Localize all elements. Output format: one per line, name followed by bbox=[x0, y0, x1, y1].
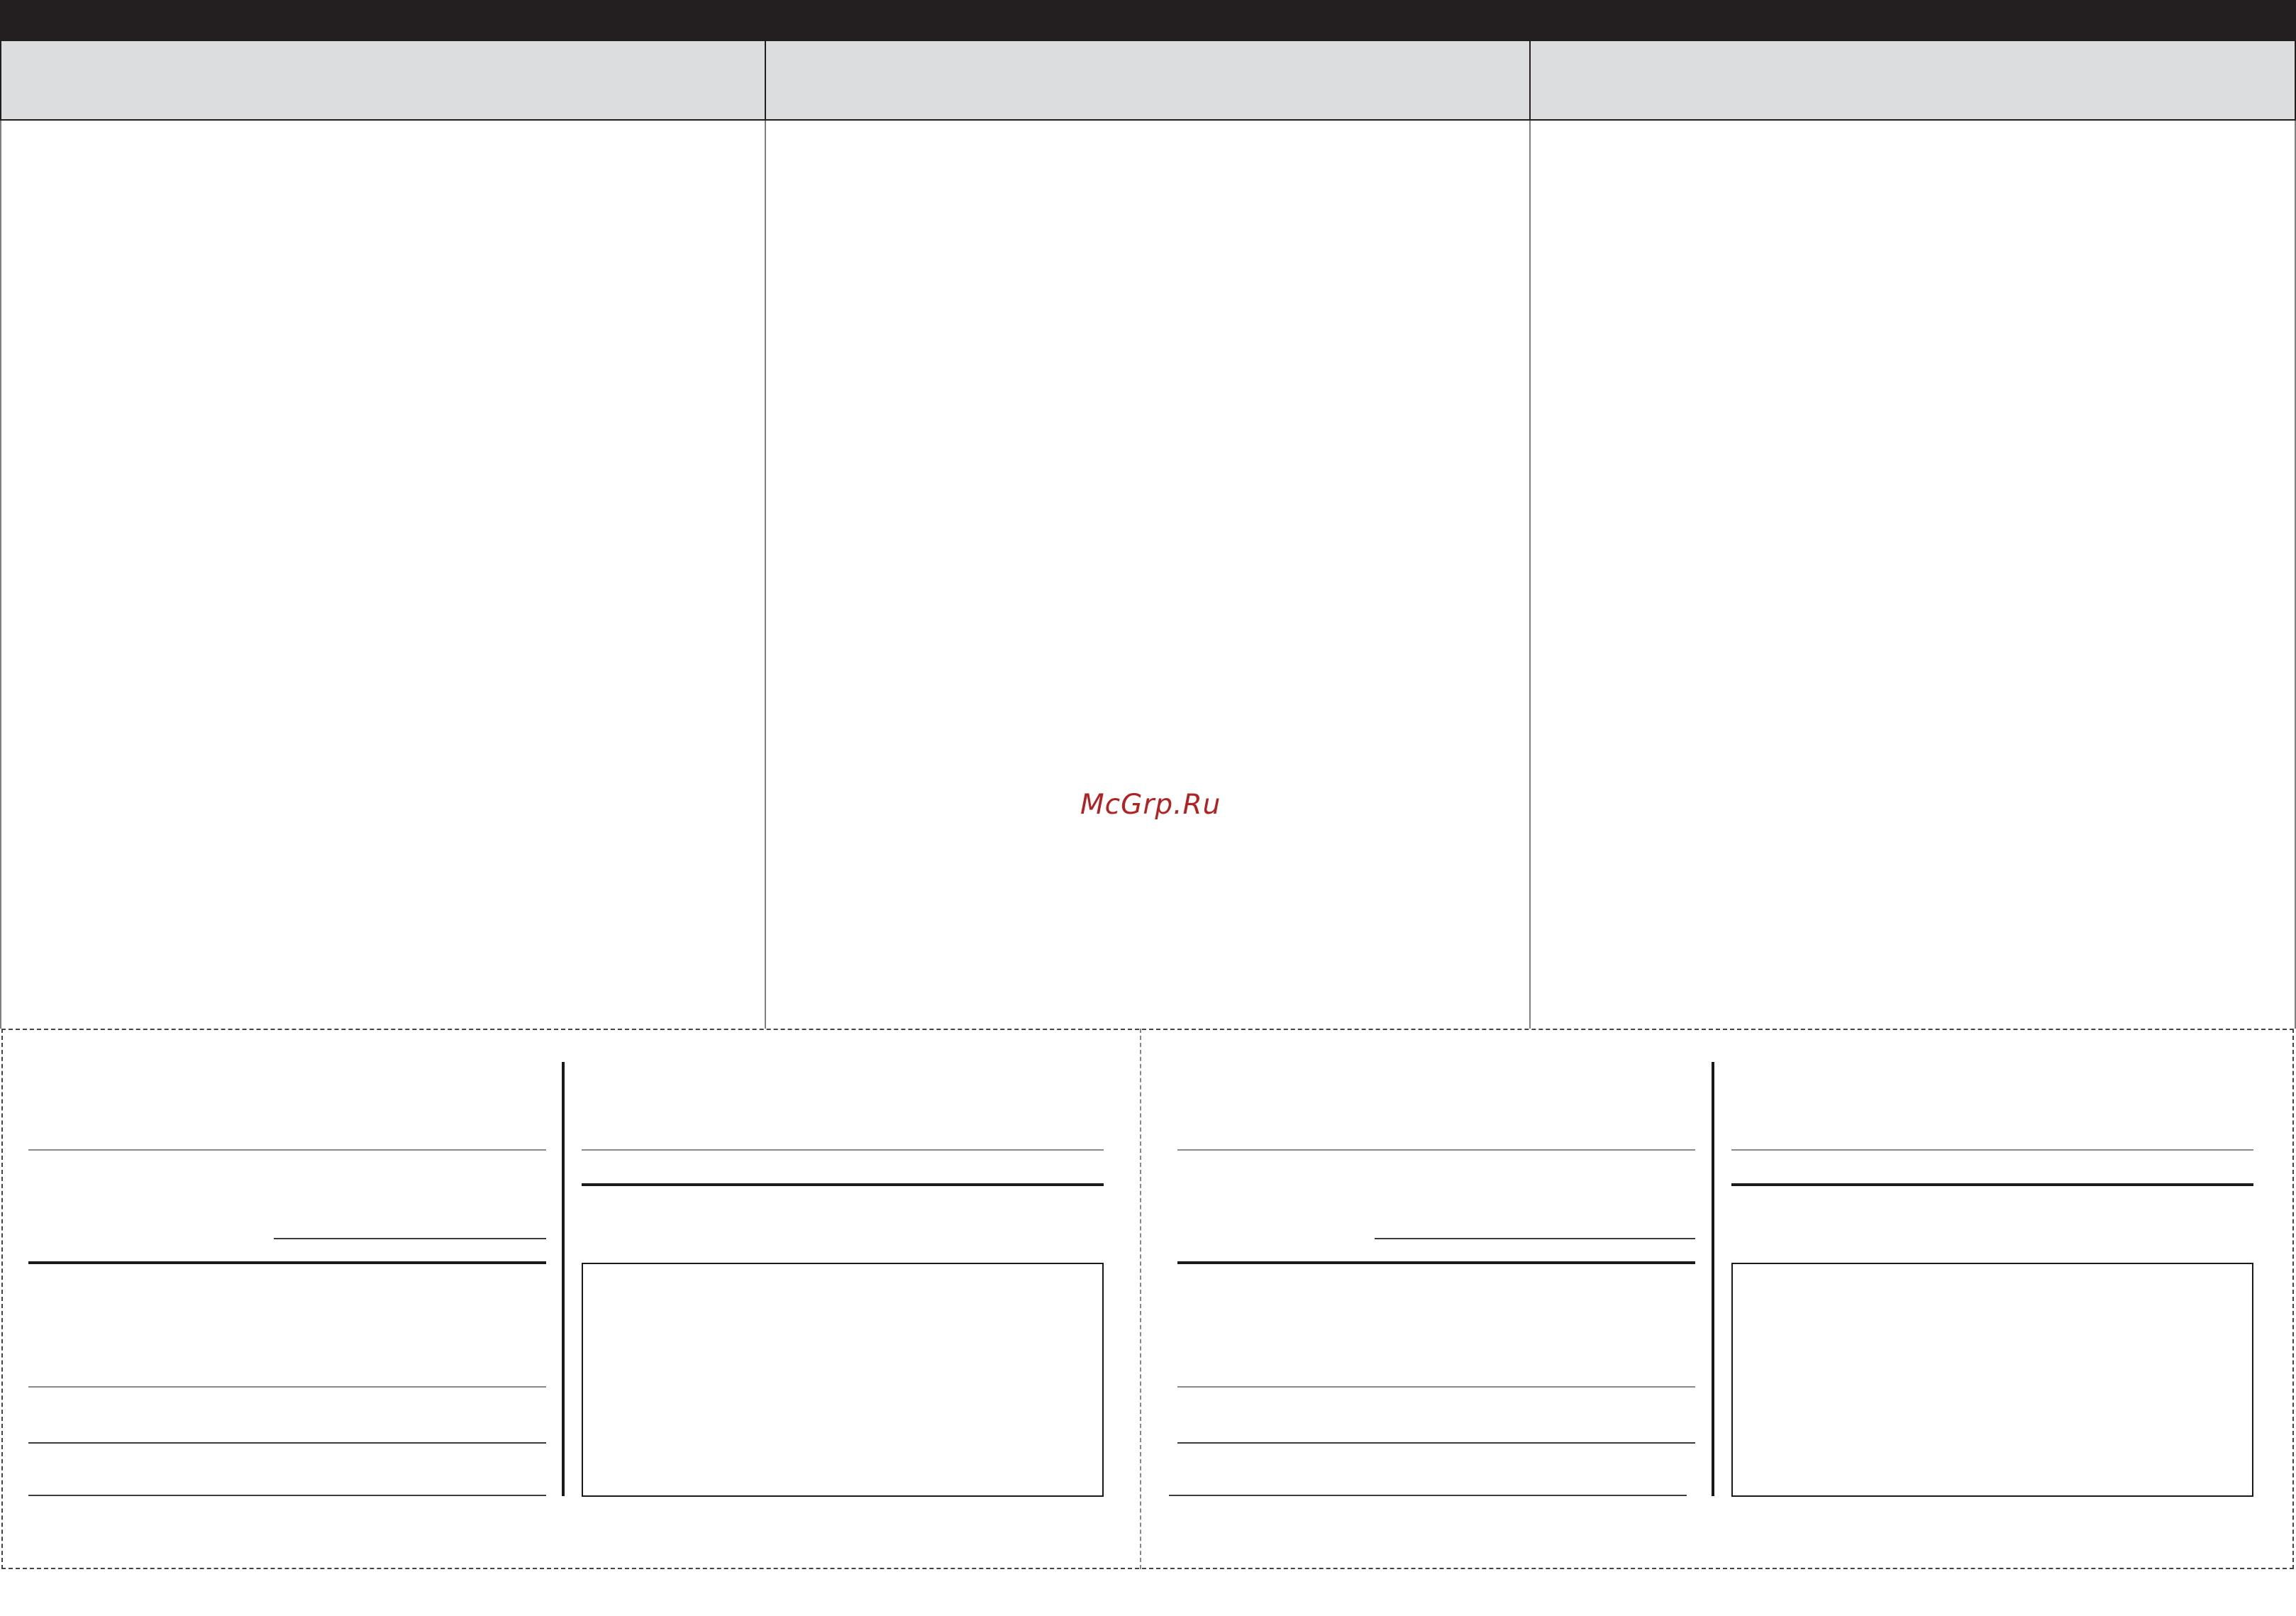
coupon-2-line bbox=[1731, 1183, 2253, 1186]
column-1-body bbox=[0, 121, 766, 1029]
coupon-1-vertical-rule bbox=[562, 1062, 565, 1496]
column-3-body bbox=[1529, 121, 2296, 1029]
coupon-1-line bbox=[28, 1386, 546, 1388]
column-3-subheader bbox=[1529, 41, 2296, 121]
column-2-body bbox=[765, 121, 1531, 1029]
coupon-1-line bbox=[28, 1261, 546, 1264]
coupon-1-line bbox=[28, 1149, 546, 1151]
watermark: McGrp.Ru bbox=[1080, 789, 1221, 821]
coupon-1-line bbox=[274, 1238, 546, 1239]
coupon-2-vertical-rule bbox=[1712, 1062, 1714, 1496]
coupon-2-line bbox=[1177, 1149, 1695, 1151]
coupon-2-line bbox=[1169, 1495, 1687, 1496]
coupon-2-line bbox=[1375, 1238, 1695, 1239]
column-3-header bbox=[1529, 0, 2296, 41]
column-1-header bbox=[0, 0, 766, 41]
column-2-header bbox=[765, 0, 1531, 41]
column-2-subheader bbox=[765, 41, 1531, 121]
coupon-2-line bbox=[1177, 1442, 1695, 1444]
coupon-divider bbox=[1140, 1029, 1141, 1569]
document-page: McGrp.Ru bbox=[0, 0, 2296, 1616]
coupon-1-line bbox=[28, 1495, 546, 1496]
coupon-1-line bbox=[582, 1149, 1104, 1151]
coupon-2-line bbox=[1731, 1149, 2253, 1151]
coupon-2-line bbox=[1177, 1261, 1695, 1264]
column-1-subheader bbox=[0, 41, 766, 121]
coupon-2-box bbox=[1731, 1263, 2253, 1497]
coupon-1-line bbox=[582, 1183, 1104, 1186]
coupon-1-line bbox=[28, 1442, 546, 1444]
coupon-2-line bbox=[1177, 1386, 1695, 1388]
coupon-1-box bbox=[582, 1263, 1104, 1497]
